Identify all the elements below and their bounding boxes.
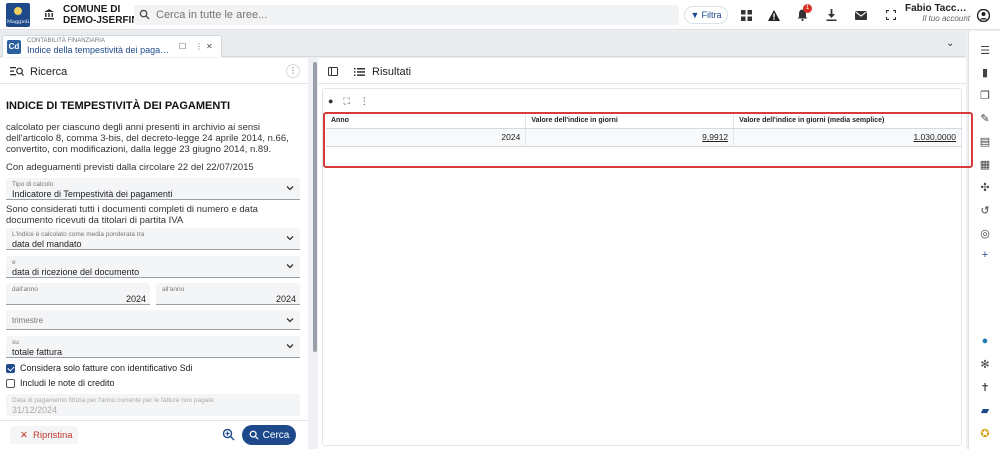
notification-badge: 1 bbox=[803, 4, 812, 13]
institution-icon[interactable] bbox=[43, 8, 55, 20]
search-panel: Ricerca ⋮ INDICE DI TEMPESTIVITÀ DEI PAG… bbox=[0, 58, 308, 449]
user-account-link[interactable]: Il tuo account bbox=[920, 14, 970, 23]
search-button[interactable]: Cerca bbox=[242, 425, 296, 445]
gear-icon[interactable]: ✻ bbox=[978, 357, 992, 371]
coins-icon[interactable]: ◎ bbox=[978, 226, 992, 240]
su-select[interactable]: su totale fattura bbox=[6, 336, 300, 358]
close-icon[interactable]: ✕ bbox=[206, 42, 213, 51]
top-bar: Maggioli COMUNE DIDEMO-JSERFIN ▼Filtra 1… bbox=[0, 0, 1000, 30]
search-list-icon bbox=[10, 67, 24, 76]
panel-more-icon[interactable]: ⋮ bbox=[286, 64, 300, 78]
chevron-down-icon bbox=[286, 318, 294, 323]
maggioli-logo[interactable]: Maggioli bbox=[6, 3, 30, 27]
media-tra-select[interactable]: L'indice è calcolato come media ponderat… bbox=[6, 228, 300, 250]
eye-icon[interactable]: ● bbox=[328, 96, 333, 107]
page-heading: INDICE DI TEMPESTIVITÀ DEI PAGAMENTI bbox=[6, 100, 231, 112]
tab-indice-tempestivita[interactable]: Cd CONTABILITÀ FINANZIARIA Indice della … bbox=[2, 35, 222, 57]
circolare-note: Con adeguamenti previsti dalla circolare… bbox=[6, 162, 254, 173]
search-icon bbox=[249, 430, 259, 440]
results-panel-header: Risultati bbox=[318, 58, 966, 84]
reset-button[interactable]: ✕ Ripristina bbox=[10, 426, 78, 444]
search-icon bbox=[139, 9, 150, 20]
check-note-credito-checkbox[interactable] bbox=[6, 379, 15, 388]
data-fittizia-input: Data di pagamento fittizia per l'anno co… bbox=[6, 394, 300, 416]
user-avatar-icon[interactable] bbox=[975, 7, 991, 23]
global-search bbox=[134, 5, 679, 25]
user-name[interactable]: Fabio Tacconelli bbox=[905, 3, 969, 14]
intro-text: calcolato per ciascuno degli anni presen… bbox=[6, 122, 289, 155]
check-sdi-label: Considera solo fatture con identificativ… bbox=[20, 363, 193, 373]
fullscreen-icon[interactable] bbox=[883, 7, 899, 23]
menu-list-icon[interactable]: ☰ bbox=[978, 43, 992, 57]
document-add-icon[interactable]: ▤ bbox=[978, 134, 992, 148]
filter-icon: ▼ bbox=[690, 10, 700, 20]
chevron-down-icon[interactable]: ⌄ bbox=[946, 38, 954, 49]
mail-icon[interactable] bbox=[853, 7, 869, 23]
check-sdi-checkbox[interactable] bbox=[6, 364, 15, 373]
all-anno-input[interactable]: all'anno 2024 bbox=[156, 283, 300, 305]
tab-more-icon[interactable]: ⋮ bbox=[195, 42, 203, 51]
search-panel-title: Ricerca bbox=[30, 66, 68, 78]
search-panel-footer: ✕ Ripristina Cerca bbox=[0, 420, 308, 449]
hierarchy-icon[interactable]: ✣ bbox=[978, 180, 992, 194]
chevron-down-icon bbox=[286, 186, 294, 191]
dall-anno-input[interactable]: dall'anno 2024 bbox=[6, 283, 150, 305]
right-rail: ☰ ▮ ❐ ✎ ▤ ▦ ✣ ↺ ◎ + ● ✻ ✝ ▰ ✪ bbox=[968, 31, 1000, 449]
calculator-icon[interactable]: ▦ bbox=[978, 157, 992, 171]
global-search-input[interactable] bbox=[156, 7, 666, 23]
history-icon[interactable]: ↺ bbox=[978, 203, 992, 217]
list-icon bbox=[354, 68, 365, 76]
copy-icon[interactable]: ❐ bbox=[978, 88, 992, 102]
chevron-down-icon bbox=[286, 264, 294, 269]
apps-grid-icon[interactable] bbox=[738, 7, 754, 23]
zoom-search-icon[interactable] bbox=[222, 428, 235, 441]
panel-scrollbar-thumb[interactable] bbox=[313, 62, 317, 352]
sidebar-toggle-icon[interactable] bbox=[328, 67, 338, 76]
highlight-box bbox=[323, 112, 973, 168]
chevron-down-icon bbox=[286, 236, 294, 241]
tab-category: CONTABILITÀ FINANZIARIA bbox=[27, 38, 105, 44]
documents-note: Sono considerati tutti i documenti compl… bbox=[6, 204, 258, 226]
accessibility-icon[interactable]: ✝ bbox=[978, 380, 992, 394]
results-panel-title: Risultati bbox=[372, 66, 412, 78]
book-icon[interactable]: ▮ bbox=[978, 65, 992, 79]
check-note-credito-label: Includi le note di credito bbox=[20, 378, 115, 388]
close-icon: ✕ bbox=[20, 429, 28, 441]
support-icon[interactable]: ✪ bbox=[978, 426, 992, 440]
tab-title: Indice della tempestività dei pagamenti bbox=[27, 45, 172, 55]
chat-icon[interactable]: ▰ bbox=[978, 403, 992, 417]
pin-icon[interactable]: ✎ bbox=[978, 111, 992, 125]
location-pin-icon[interactable]: ● bbox=[978, 334, 992, 348]
organization-name: COMUNE DI DEMO-JSERFIN bbox=[63, 4, 139, 26]
results-toolbar: ● ⛶ ⋮ bbox=[328, 96, 369, 107]
more-options-icon[interactable]: ⋮ bbox=[360, 96, 369, 107]
e-select[interactable]: e data di ricezione del documento bbox=[6, 256, 300, 278]
chevron-down-icon bbox=[286, 344, 294, 349]
warning-icon[interactable] bbox=[766, 7, 782, 23]
download-icon[interactable] bbox=[823, 7, 839, 23]
expand-icon[interactable]: ⛶ bbox=[343, 96, 349, 107]
notifications-bell-icon[interactable]: 1 bbox=[794, 4, 812, 23]
search-panel-header: Ricerca ⋮ bbox=[0, 58, 308, 84]
module-icon: Cd bbox=[7, 40, 21, 54]
add-icon[interactable]: + bbox=[978, 248, 992, 262]
trimestre-select[interactable]: trimestre bbox=[6, 310, 300, 330]
tipo-calcolo-select[interactable]: Tipo di calcolo Indicatore di Tempestivi… bbox=[6, 178, 300, 200]
tab-bar: Cd CONTABILITÀ FINANZIARIA Indice della … bbox=[0, 31, 966, 57]
filter-button[interactable]: ▼ Filtra bbox=[684, 6, 728, 24]
bookmark-icon[interactable]: ☐ bbox=[179, 42, 186, 51]
